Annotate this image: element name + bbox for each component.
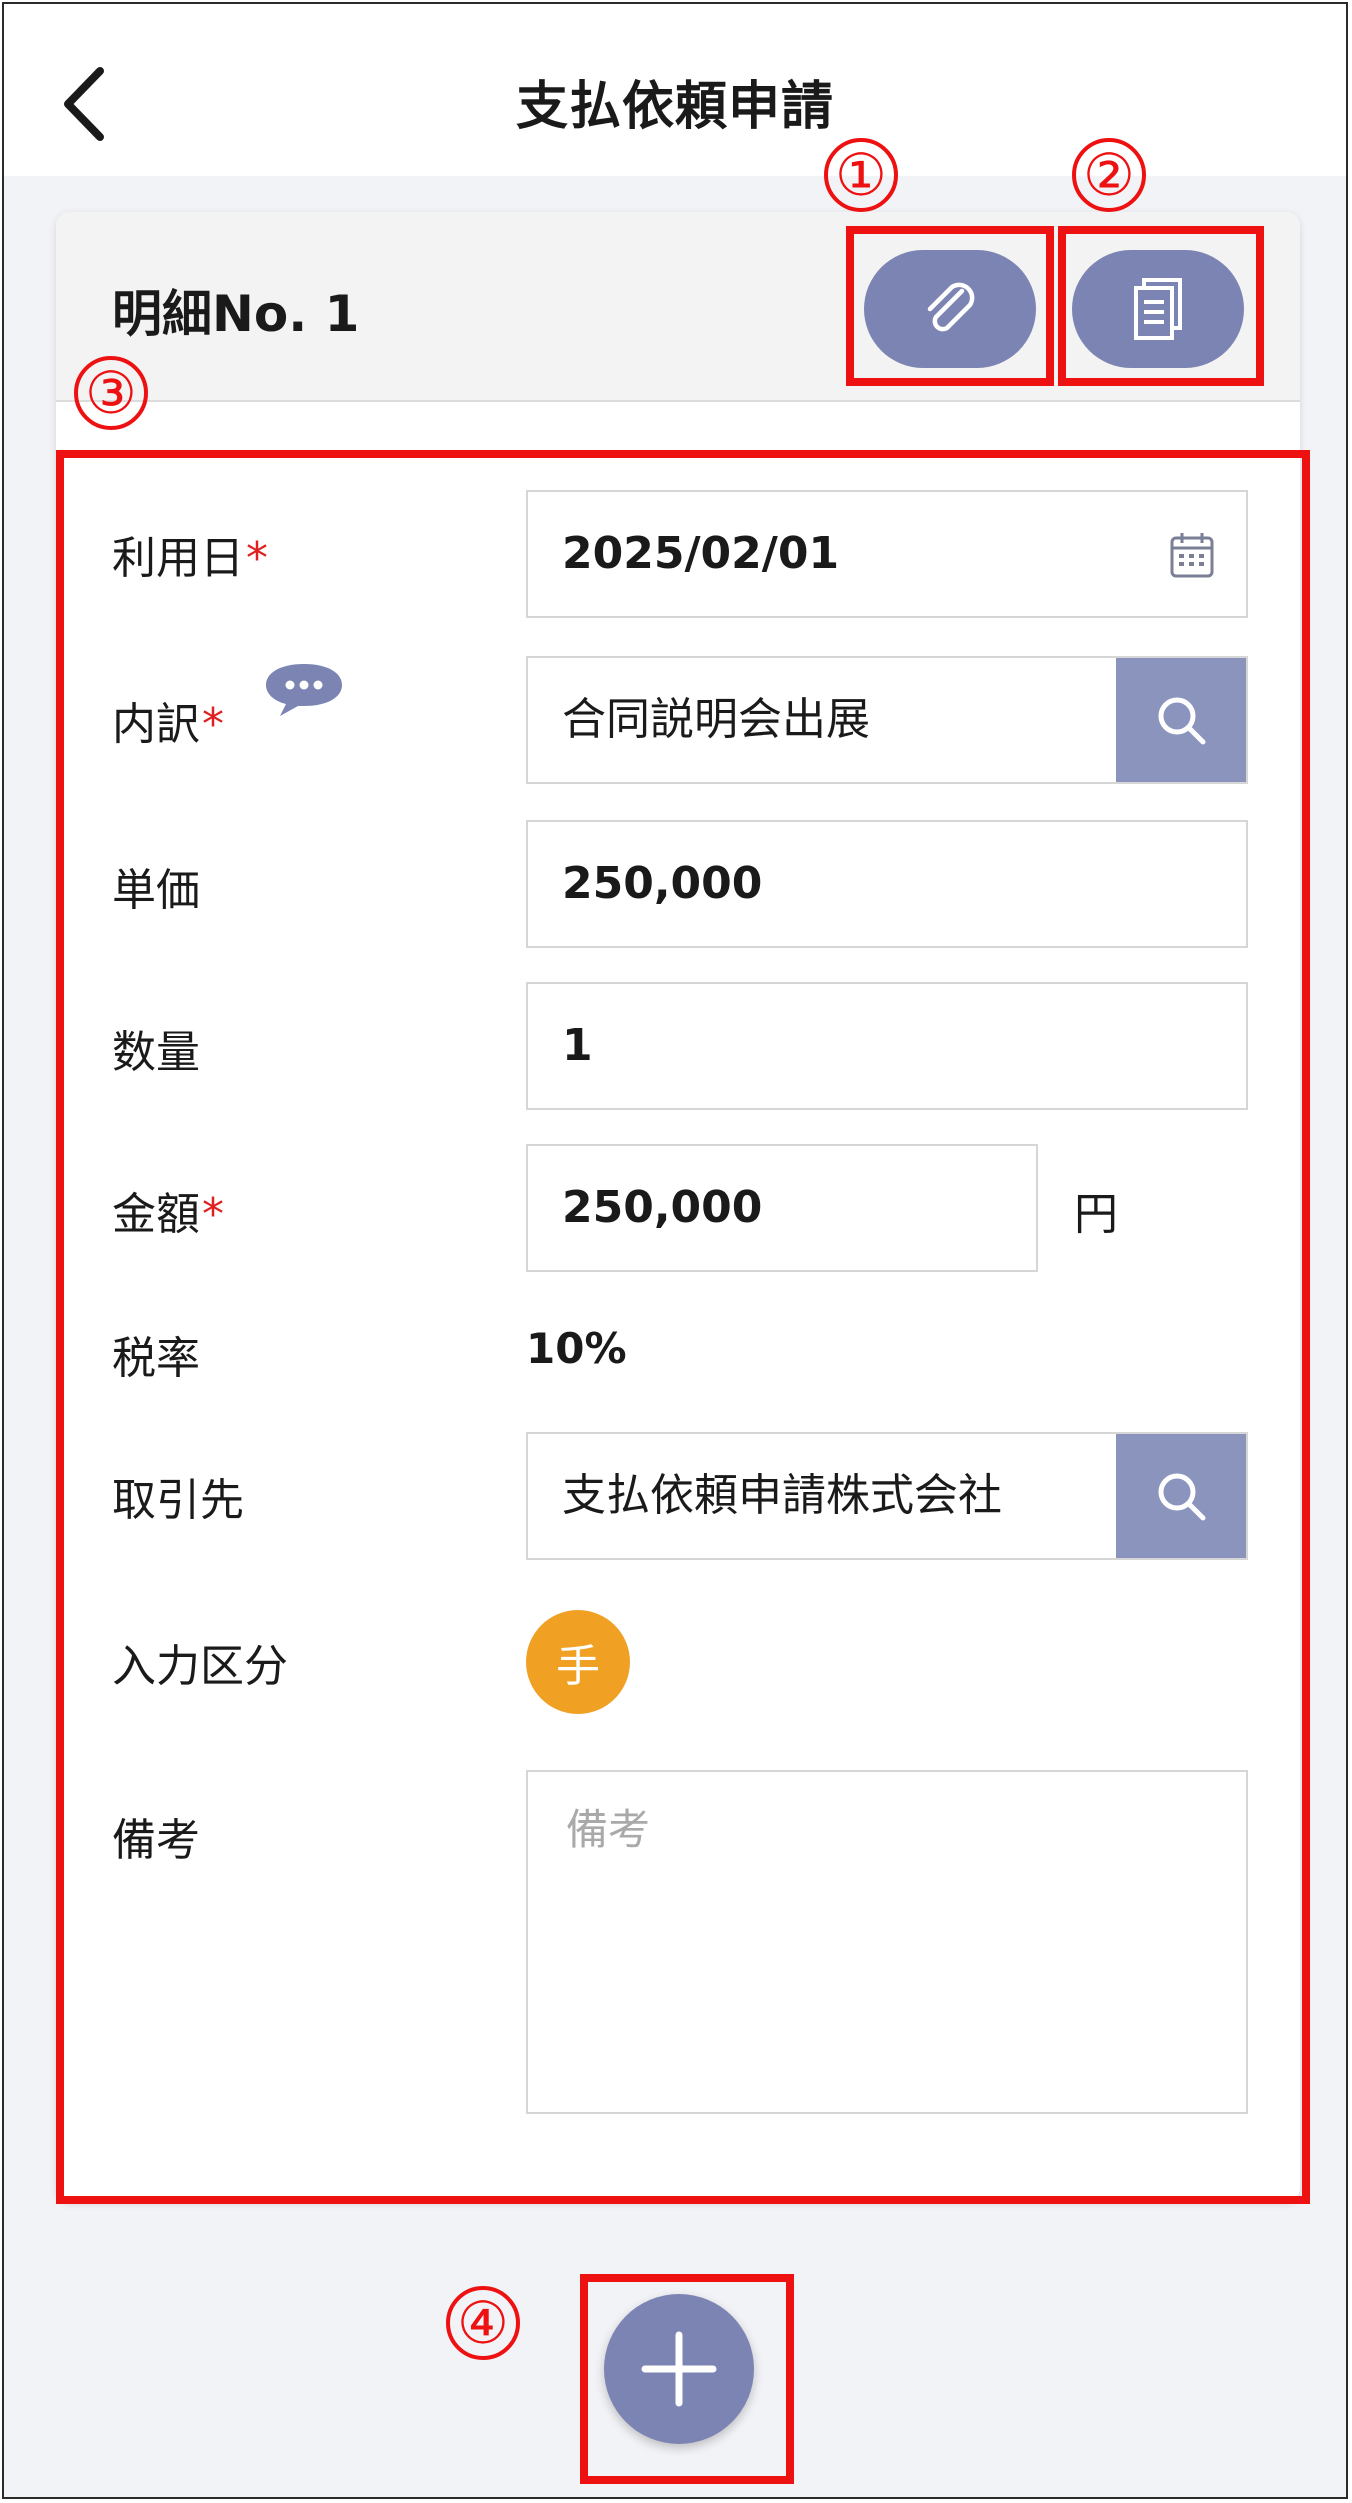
annotation-box-document xyxy=(1058,226,1264,386)
annotation-box-add xyxy=(580,2274,794,2484)
annotation-box-attach xyxy=(846,226,1054,386)
annotation-number-4: ④ xyxy=(446,2286,520,2360)
page-title: 支払依頼申請 xyxy=(515,77,834,137)
annotation-box-form xyxy=(56,450,1310,2204)
app-header: 支払依頼申請 xyxy=(4,4,1346,176)
detail-number-title: 明細No. 1 xyxy=(112,285,360,343)
screen-frame: 支払依頼申請 明細No. 1 利用日* 2025/02/01 内訳* 合同説明会… xyxy=(2,2,1348,2499)
annotation-number-1: ① xyxy=(824,138,898,212)
annotation-number-2: ② xyxy=(1072,138,1146,212)
annotation-number-3: ③ xyxy=(74,356,148,430)
